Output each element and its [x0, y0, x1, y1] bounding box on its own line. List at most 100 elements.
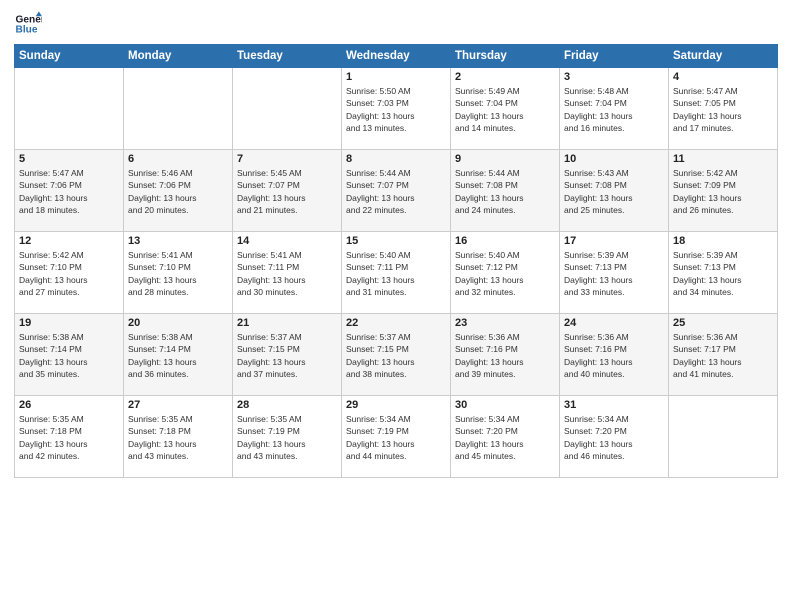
calendar-cell: 18 Sunrise: 5:39 AM Sunset: 7:13 PM Dayli…: [669, 232, 778, 314]
day-number: 31: [564, 399, 664, 411]
day-number: 27: [128, 399, 228, 411]
day-number: 30: [455, 399, 555, 411]
day-number: 23: [455, 317, 555, 329]
day-header: Sunday: [15, 45, 124, 68]
day-number: 26: [19, 399, 119, 411]
calendar-cell: 17 Sunrise: 5:39 AM Sunset: 7:13 PM Dayli…: [560, 232, 669, 314]
calendar-cell: 14Sunrise: 5:41 AM Sunset: 7:11 PM Dayli…: [233, 232, 342, 314]
day-number: 10: [564, 153, 664, 165]
day-number: 2: [455, 71, 555, 83]
day-number: 16: [455, 235, 555, 247]
calendar-cell: 10 Sunrise: 5:43 AM Sunset: 7:08 PM Dayli…: [560, 150, 669, 232]
day-info: Sunrise: 5:37 AM Sunset: 7:15 PM Dayligh…: [237, 331, 337, 380]
day-number: 6: [128, 153, 228, 165]
day-number: 20: [128, 317, 228, 329]
calendar-week-row: 19 Sunrise: 5:38 AM Sunset: 7:14 PM Dayli…: [15, 314, 778, 396]
day-info: Sunrise: 5:35 AM Sunset: 7:19 PM Dayligh…: [237, 413, 337, 462]
day-info: Sunrise: 5:39 AM Sunset: 7:13 PM Dayligh…: [673, 249, 773, 298]
day-number: 3: [564, 71, 664, 83]
day-number: 19: [19, 317, 119, 329]
day-number: 4: [673, 71, 773, 83]
header: General Blue: [14, 10, 778, 38]
day-number: 21: [237, 317, 337, 329]
day-info: Sunrise: 5:47 AM Sunset: 7:06 PM Dayligh…: [19, 167, 119, 216]
day-number: 18: [673, 235, 773, 247]
day-info: Sunrise: 5:45 AM Sunset: 7:07 PM Dayligh…: [237, 167, 337, 216]
calendar-header-row: SundayMondayTuesdayWednesdayThursdayFrid…: [15, 45, 778, 68]
calendar-cell: 31 Sunrise: 5:34 AM Sunset: 7:20 PM Dayli…: [560, 396, 669, 478]
calendar-cell: 3 Sunrise: 5:48 AM Sunset: 7:04 PM Daylig…: [560, 68, 669, 150]
day-info: Sunrise: 5:34 AM Sunset: 7:20 PM Dayligh…: [564, 413, 664, 462]
calendar-cell: 13Sunrise: 5:41 AM Sunset: 7:10 PM Dayli…: [124, 232, 233, 314]
day-number: 13: [128, 235, 228, 247]
calendar-cell: 15 Sunrise: 5:40 AM Sunset: 7:11 PM Dayli…: [342, 232, 451, 314]
day-info: Sunrise: 5:38 AM Sunset: 7:14 PM Dayligh…: [19, 331, 119, 380]
calendar-cell: 25 Sunrise: 5:36 AM Sunset: 7:17 PM Dayli…: [669, 314, 778, 396]
calendar-cell: 1 Sunrise: 5:50 AM Sunset: 7:03 PM Daylig…: [342, 68, 451, 150]
calendar-cell: [669, 396, 778, 478]
day-info: Sunrise: 5:34 AM Sunset: 7:19 PM Dayligh…: [346, 413, 446, 462]
calendar-cell: 8Sunrise: 5:44 AM Sunset: 7:07 PM Daylig…: [342, 150, 451, 232]
calendar-cell: [15, 68, 124, 150]
day-info: Sunrise: 5:40 AM Sunset: 7:11 PM Dayligh…: [346, 249, 446, 298]
day-info: Sunrise: 5:36 AM Sunset: 7:17 PM Dayligh…: [673, 331, 773, 380]
day-info: Sunrise: 5:34 AM Sunset: 7:20 PM Dayligh…: [455, 413, 555, 462]
calendar-body: 1 Sunrise: 5:50 AM Sunset: 7:03 PM Daylig…: [15, 68, 778, 478]
logo-icon: General Blue: [14, 10, 42, 38]
calendar-cell: 6 Sunrise: 5:46 AM Sunset: 7:06 PM Daylig…: [124, 150, 233, 232]
calendar-cell: 12 Sunrise: 5:42 AM Sunset: 7:10 PM Dayli…: [15, 232, 124, 314]
day-info: Sunrise: 5:37 AM Sunset: 7:15 PM Dayligh…: [346, 331, 446, 380]
day-header: Tuesday: [233, 45, 342, 68]
day-number: 9: [455, 153, 555, 165]
day-info: Sunrise: 5:48 AM Sunset: 7:04 PM Dayligh…: [564, 85, 664, 134]
calendar-cell: 24 Sunrise: 5:36 AM Sunset: 7:16 PM Dayli…: [560, 314, 669, 396]
day-info: Sunrise: 5:47 AM Sunset: 7:05 PM Dayligh…: [673, 85, 773, 134]
day-number: 28: [237, 399, 337, 411]
calendar-week-row: 1 Sunrise: 5:50 AM Sunset: 7:03 PM Daylig…: [15, 68, 778, 150]
calendar-week-row: 12 Sunrise: 5:42 AM Sunset: 7:10 PM Dayli…: [15, 232, 778, 314]
calendar-cell: 29 Sunrise: 5:34 AM Sunset: 7:19 PM Dayli…: [342, 396, 451, 478]
calendar-table: SundayMondayTuesdayWednesdayThursdayFrid…: [14, 44, 778, 478]
day-info: Sunrise: 5:43 AM Sunset: 7:08 PM Dayligh…: [564, 167, 664, 216]
svg-text:Blue: Blue: [16, 25, 38, 36]
day-number: 15: [346, 235, 446, 247]
day-info: Sunrise: 5:49 AM Sunset: 7:04 PM Dayligh…: [455, 85, 555, 134]
logo: General Blue: [14, 10, 42, 38]
calendar-cell: 26Sunrise: 5:35 AM Sunset: 7:18 PM Dayli…: [15, 396, 124, 478]
calendar-cell: 20Sunrise: 5:38 AM Sunset: 7:14 PM Dayli…: [124, 314, 233, 396]
calendar-cell: 27 Sunrise: 5:35 AM Sunset: 7:18 PM Dayli…: [124, 396, 233, 478]
day-header: Friday: [560, 45, 669, 68]
day-info: Sunrise: 5:39 AM Sunset: 7:13 PM Dayligh…: [564, 249, 664, 298]
calendar-cell: 2 Sunrise: 5:49 AM Sunset: 7:04 PM Daylig…: [451, 68, 560, 150]
day-header: Monday: [124, 45, 233, 68]
day-number: 1: [346, 71, 446, 83]
calendar-cell: [124, 68, 233, 150]
day-number: 29: [346, 399, 446, 411]
calendar-cell: 30 Sunrise: 5:34 AM Sunset: 7:20 PM Dayli…: [451, 396, 560, 478]
day-number: 11: [673, 153, 773, 165]
calendar-cell: [233, 68, 342, 150]
day-number: 17: [564, 235, 664, 247]
calendar-cell: 23Sunrise: 5:36 AM Sunset: 7:16 PM Dayli…: [451, 314, 560, 396]
day-number: 25: [673, 317, 773, 329]
day-number: 8: [346, 153, 446, 165]
day-header: Saturday: [669, 45, 778, 68]
day-info: Sunrise: 5:36 AM Sunset: 7:16 PM Dayligh…: [564, 331, 664, 380]
day-number: 12: [19, 235, 119, 247]
day-info: Sunrise: 5:35 AM Sunset: 7:18 PM Dayligh…: [128, 413, 228, 462]
day-number: 24: [564, 317, 664, 329]
day-number: 22: [346, 317, 446, 329]
calendar-cell: 22 Sunrise: 5:37 AM Sunset: 7:15 PM Dayli…: [342, 314, 451, 396]
day-info: Sunrise: 5:44 AM Sunset: 7:08 PM Dayligh…: [455, 167, 555, 216]
day-header: Wednesday: [342, 45, 451, 68]
calendar-page: General Blue SundayMondayTuesdayWednesda…: [0, 0, 792, 612]
day-info: Sunrise: 5:42 AM Sunset: 7:10 PM Dayligh…: [19, 249, 119, 298]
day-info: Sunrise: 5:46 AM Sunset: 7:06 PM Dayligh…: [128, 167, 228, 216]
calendar-cell: 21 Sunrise: 5:37 AM Sunset: 7:15 PM Dayli…: [233, 314, 342, 396]
calendar-cell: 11Sunrise: 5:42 AM Sunset: 7:09 PM Dayli…: [669, 150, 778, 232]
calendar-week-row: 5Sunrise: 5:47 AM Sunset: 7:06 PM Daylig…: [15, 150, 778, 232]
day-number: 14: [237, 235, 337, 247]
calendar-cell: 9 Sunrise: 5:44 AM Sunset: 7:08 PM Daylig…: [451, 150, 560, 232]
calendar-week-row: 26 Sunrise: 5:35 AM Sunset: 7:18 PM Dayli…: [15, 396, 778, 478]
day-info: Sunrise: 5:50 AM Sunset: 7:03 PM Dayligh…: [346, 85, 446, 134]
